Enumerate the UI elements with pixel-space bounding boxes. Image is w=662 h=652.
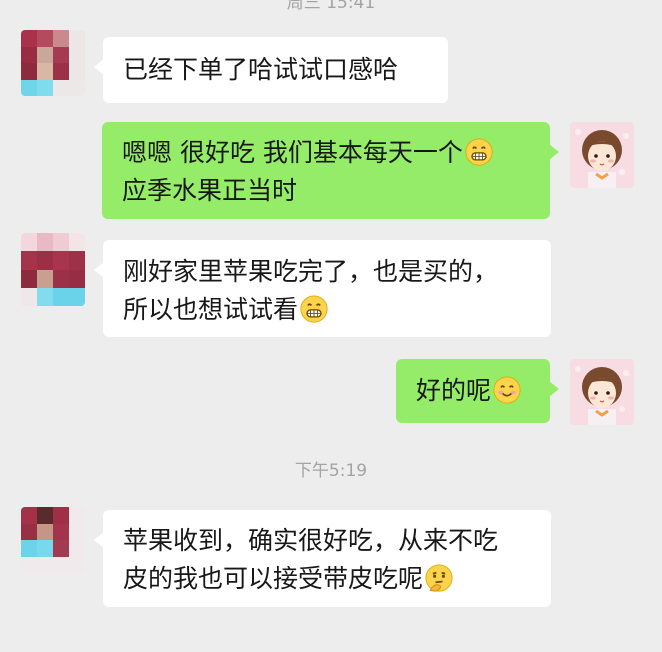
contact-avatar[interactable] [21,30,85,96]
message-text: 皮的我也可以接受带皮吃呢 [123,564,424,593]
timestamp-top: 周三 15:41 [286,0,376,13]
contact-avatar[interactable] [21,507,85,573]
message-text: 应季水果正当时 [122,176,298,205]
grinning-face-emoji-icon [465,138,493,166]
message-bubble-incoming[interactable]: 已经下单了哈试试口感哈 [94,37,448,103]
message-text: 已经下单了哈试试口感哈 [123,55,399,84]
contact-avatar[interactable] [21,233,85,306]
my-avatar[interactable] [570,122,634,188]
message-bubble-outgoing[interactable]: 嗯嗯 很好吃 我们基本每天一个 应季水果正当时 [102,122,559,219]
timestamp-divider: 下午5:19 [294,461,368,481]
message-text: 所以也想试试看 [123,295,299,324]
message-text: 苹果收到，确实很好吃，从来不吃 [123,526,499,555]
message-bubble-outgoing[interactable]: 好的呢 [396,359,559,423]
message-text: 嗯嗯 很好吃 我们基本每天一个 [122,138,463,167]
thinking-face-emoji-icon [425,564,453,592]
smiling-face-emoji-icon [493,376,521,404]
message-text: 刚好家里苹果吃完了，也是买的， [123,257,499,286]
grinning-face-emoji-icon [300,295,328,323]
message-text: 好的呢 [416,376,492,405]
my-avatar[interactable] [570,359,634,425]
message-bubble-incoming[interactable]: 刚好家里苹果吃完了，也是买的， 所以也想试试看 [94,240,551,337]
cartoon-girl-avatar-icon [570,359,634,425]
message-bubble-incoming[interactable]: 苹果收到，确实很好吃，从来不吃 皮的我也可以接受带皮吃呢 [94,510,551,607]
cartoon-girl-avatar-icon [570,122,634,188]
